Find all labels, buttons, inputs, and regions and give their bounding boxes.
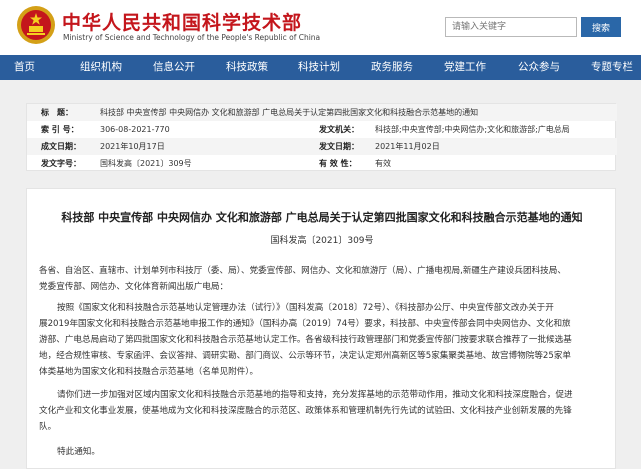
paragraph-line: 体类基地为国家文化和科技融合示范基地（名单见附件）。 xyxy=(39,367,259,377)
article-doc-number: 国科发高〔2021〕309号 xyxy=(270,236,374,246)
meta-published-label: 发文日期： xyxy=(319,142,359,151)
search-input[interactable] xyxy=(445,17,577,37)
meta-published-value: 2021年11月02日 xyxy=(375,142,440,151)
meta-row-dates: 成文日期： 2021年10月17日 发文日期： 2021年11月02日 xyxy=(27,138,617,155)
meta-row-index: 索 引 号： 306-08-2021-770 发文机关： 科技部;中央宣传部;中… xyxy=(27,121,617,138)
site-title[interactable]: 中华人民共和国科学技术部 xyxy=(62,8,302,35)
meta-row-docno: 发文字号： 国科发高〔2021〕309号 有 效 性： 有效 xyxy=(27,155,617,172)
nav-item-programs[interactable]: 科技计划 xyxy=(298,55,340,80)
paragraph-line: 地，经合规性审核、专家函评、会议答辩、调研实勘、部门商议、公示等环节，决定认定郑… xyxy=(39,351,572,361)
paragraph-line: 按照《国家文化和科技融合示范基地认定管理办法（试行）》（国科发高〔2018〕72… xyxy=(57,303,554,313)
document-metadata: 标 题： 科技部 中央宣传部 中央网信办 文化和旅游部 广电总局关于认定第四批国… xyxy=(26,103,617,172)
meta-created-value: 2021年10月17日 xyxy=(100,142,165,151)
paragraph-line: 特此通知。 xyxy=(57,447,100,457)
search-button[interactable]: 搜索 xyxy=(581,17,621,37)
meta-docno-label: 发文字号： xyxy=(41,159,81,168)
meta-validity-label: 有 效 性： xyxy=(319,159,357,168)
meta-created-label: 成文日期： xyxy=(41,142,81,151)
paragraph-line: 游部、广电总局启动了第四批国家文化和科技融合示范基地认定工作。各省级科技行政管理… xyxy=(39,335,572,345)
paragraph-line: 请你们进一步加强对区域内国家文化和科技融合示范基地的指导和支持，充分发挥基地的示… xyxy=(57,390,573,400)
meta-issuer-value: 科技部;中央宣传部;中央网信办;文化和旅游部;广电总局 xyxy=(375,125,570,134)
nav-item-info-disclosure[interactable]: 信息公开 xyxy=(153,55,195,80)
nav-item-policy[interactable]: 科技政策 xyxy=(226,55,268,80)
meta-title-value: 科技部 中央宣传部 中央网信办 文化和旅游部 广电总局关于认定第四批国家文化和科… xyxy=(100,108,479,117)
article-title: 科技部 中央宣传部 中央网信办 文化和旅游部 广电总局关于认定第四批国家文化和科… xyxy=(61,211,583,224)
meta-validity-value: 有效 xyxy=(375,159,391,168)
meta-index-value: 306-08-2021-770 xyxy=(100,125,170,134)
paragraph-line: 队。 xyxy=(39,422,57,432)
meta-issuer-label: 发文机关： xyxy=(319,125,359,134)
nav-item-public-participation[interactable]: 公众参与 xyxy=(518,55,560,80)
nav-item-services[interactable]: 政务服务 xyxy=(371,55,413,80)
nav-item-special-topics[interactable]: 专题专栏 xyxy=(591,55,633,80)
paragraph-line: 各省、自治区、直辖市、计划单列市科技厅（委、局）、党委宣传部、网信办、文化和旅游… xyxy=(39,266,566,276)
meta-title-label: 标 题： xyxy=(41,108,73,117)
article-body: 科技部 中央宣传部 中央网信办 文化和旅游部 广电总局关于认定第四批国家文化和科… xyxy=(26,188,616,469)
nav-item-home[interactable]: 首页 xyxy=(14,55,35,80)
site-subtitle: Ministry of Science and Technology of th… xyxy=(63,33,321,42)
nav-item-party-building[interactable]: 党建工作 xyxy=(444,55,486,80)
meta-row-title: 标 题： 科技部 中央宣传部 中央网信办 文化和旅游部 广电总局关于认定第四批国… xyxy=(27,104,617,121)
meta-index-label: 索 引 号： xyxy=(41,125,79,134)
site-header: 中华人民共和国科学技术部 Ministry of Science and Tec… xyxy=(0,0,641,52)
paragraph-line: 党委宣传部、网信办、文化体育新闻出版广电局： xyxy=(39,282,229,292)
national-emblem-icon[interactable] xyxy=(16,5,56,45)
nav-item-organization[interactable]: 组织机构 xyxy=(80,55,122,80)
main-nav: 首页 组织机构 信息公开 科技政策 科技计划 政务服务 党建工作 公众参与 专题… xyxy=(0,55,641,80)
paragraph-line: 文化产业和文化事业发展，使基地成为文化和科技深度融合的示范区、政策体系和管理机制… xyxy=(39,406,572,416)
meta-docno-value: 国科发高〔2021〕309号 xyxy=(100,159,192,168)
paragraph-line: 展2019年国家文化和科技融合示范基地申报工作的通知》（国科办高〔2019〕74… xyxy=(39,319,571,329)
